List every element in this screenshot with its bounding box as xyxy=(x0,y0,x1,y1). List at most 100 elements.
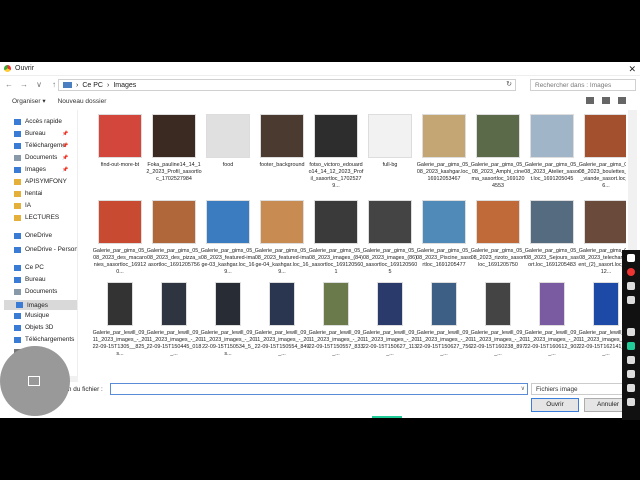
file-name[interactable]: Galerie_par_gims_05_08_2023_rizoto_sasor… xyxy=(470,248,526,269)
file-thumbnail[interactable] xyxy=(584,114,626,158)
sidebar-item[interactable]: Bureau 📌 xyxy=(14,130,68,137)
file-thumbnail[interactable] xyxy=(530,200,574,244)
file-thumbnail[interactable] xyxy=(476,200,520,244)
file-name[interactable]: Galerie_par_gims_05_08_2023_Piscine_saso… xyxy=(416,248,472,269)
sidebar-item[interactable]: Images 📌 xyxy=(14,166,68,173)
file-thumbnail[interactable] xyxy=(206,114,250,158)
file-name[interactable]: Galerie_par_lewill_09_11_2023_images_-_2… xyxy=(416,330,472,358)
file-thumbnail[interactable] xyxy=(260,200,304,244)
sidebar-item[interactable]: Documents 📌 xyxy=(14,154,68,161)
preview-pane-icon[interactable] xyxy=(602,97,610,104)
file-thumbnail[interactable] xyxy=(593,282,619,326)
arrow-icon[interactable] xyxy=(627,342,635,350)
sidebar-item[interactable]: Documents xyxy=(14,288,57,295)
filename-input[interactable]: ∨ xyxy=(110,383,528,395)
microphone-icon[interactable] xyxy=(627,328,635,336)
file-name[interactable]: Galerie_par_gims_05_08_2023_featured-ima… xyxy=(254,248,310,276)
file-thumbnail[interactable] xyxy=(152,114,196,158)
file-thumbnail[interactable] xyxy=(530,114,574,158)
file-name[interactable]: Galerie_par_gims_05_08_2023_kashgar.loc_… xyxy=(416,162,472,183)
breadcrumb-ce-pc[interactable]: Ce PC xyxy=(82,82,103,89)
file-thumbnail[interactable] xyxy=(584,200,626,244)
sidebar-item[interactable]: Musique xyxy=(14,312,49,319)
text-icon[interactable] xyxy=(627,384,635,392)
file-name[interactable]: Galerie_par_lewill_09_11_2023_images_-_2… xyxy=(146,330,202,358)
sidebar-item[interactable]: Accès rapide xyxy=(14,118,62,125)
file-name[interactable]: Foka_pauline14_14_12_2023_Profil_sasortl… xyxy=(146,162,202,183)
file-name[interactable]: Galerie_par_gims_05_08_2023_boulettes_de… xyxy=(578,162,626,190)
file-name[interactable]: Galerie_par_lewill_09_11_2023_images_-_2… xyxy=(308,330,364,358)
file-thumbnail[interactable] xyxy=(539,282,565,326)
chevron-down-icon[interactable]: ∨ xyxy=(521,385,525,392)
close-button[interactable]: ✕ xyxy=(628,64,636,75)
file-thumbnail[interactable] xyxy=(323,282,349,326)
file-name[interactable]: fotso_victoro_edouardo14_14_12_2023_Prof… xyxy=(308,162,364,190)
file-name[interactable]: footer_background xyxy=(254,162,310,169)
sidebar-item[interactable]: OneDrive xyxy=(14,232,52,239)
sidebar-item[interactable]: Ce PC xyxy=(14,264,44,271)
settings-icon[interactable] xyxy=(627,398,635,406)
view-mode-icon[interactable] xyxy=(586,97,594,104)
file-thumbnail[interactable] xyxy=(98,200,142,244)
organise-button[interactable]: Organiser ▾ xyxy=(12,97,46,105)
file-name[interactable]: Galerie_par_lewill_09_11_2023_images_-_2… xyxy=(92,330,148,358)
file-name[interactable]: Galerie_par_lewill_09_11_2023_images_-_2… xyxy=(470,330,526,358)
sidebar-item[interactable]: Images xyxy=(4,300,77,310)
pause-icon[interactable] xyxy=(627,282,635,290)
file-thumbnail[interactable] xyxy=(314,114,358,158)
file-thumbnail[interactable] xyxy=(152,200,196,244)
file-name[interactable]: Galerie_par_gims_05_08_2023_Sejours_saso… xyxy=(524,248,580,269)
camera-icon[interactable] xyxy=(627,254,635,262)
file-name[interactable]: Galerie_par_gims_05_08_2023_des_pizza_sa… xyxy=(146,248,202,269)
file-thumbnail[interactable] xyxy=(368,114,412,158)
file-name[interactable]: Galerie_par_gims_05_08_2023_featured-ima… xyxy=(200,248,256,276)
file-name[interactable]: Galerie_par_lewill_09_11_2023_images_-_2… xyxy=(524,330,580,358)
file-name[interactable]: full-bg xyxy=(362,162,418,169)
breadcrumb-images[interactable]: Images xyxy=(113,82,136,89)
file-thumbnail[interactable] xyxy=(269,282,295,326)
file-thumbnail[interactable] xyxy=(260,114,304,158)
address-bar[interactable]: › Ce PC › Images ↻ xyxy=(58,79,516,91)
file-name[interactable]: Galerie_par_gims_05_08_2023_Atelier_saso… xyxy=(524,162,580,183)
file-name[interactable]: Galerie_par_gims_05_08_2023_telechargeme… xyxy=(578,248,626,276)
sidebar-item[interactable]: Objets 3D xyxy=(14,324,53,331)
refresh-icon[interactable]: ↻ xyxy=(506,80,512,88)
file-name[interactable]: Galerie_par_lewill_09_11_2023_images_-_2… xyxy=(200,330,256,358)
file-thumbnail[interactable] xyxy=(314,200,358,244)
file-thumbnail[interactable] xyxy=(422,200,466,244)
file-thumbnail[interactable] xyxy=(476,114,520,158)
record-icon[interactable] xyxy=(627,268,635,276)
file-name[interactable]: Galerie_par_gims_05_08_2023_des_macaroni… xyxy=(92,248,148,276)
filetype-select[interactable]: Fichiers image xyxy=(531,383,633,395)
file-name[interactable]: Galerie_par_lewill_09_11_2023_images_-_2… xyxy=(254,330,310,358)
file-name[interactable]: Galerie_par_lewill_09_11_2023_images_-_2… xyxy=(362,330,418,358)
sidebar-item[interactable]: hentai xyxy=(14,190,42,197)
file-name[interactable]: food xyxy=(200,162,256,169)
file-thumbnail[interactable] xyxy=(206,200,250,244)
file-thumbnail[interactable] xyxy=(431,282,457,326)
file-thumbnail[interactable] xyxy=(422,114,466,158)
open-button[interactable]: Ouvrir xyxy=(531,398,579,412)
eraser-icon[interactable] xyxy=(627,370,635,378)
file-thumbnail[interactable] xyxy=(161,282,187,326)
file-thumbnail[interactable] xyxy=(485,282,511,326)
file-name[interactable]: Galerie_par_gims_05_08_2023_Amphi_cinema… xyxy=(470,162,526,190)
stop-icon[interactable] xyxy=(627,296,635,304)
forward-button[interactable]: → xyxy=(19,80,29,89)
recent-locations-button[interactable]: ∨ xyxy=(34,80,44,89)
sidebar-item[interactable]: APISYMFONY xyxy=(14,178,67,185)
file-thumbnail[interactable] xyxy=(215,282,241,326)
help-icon[interactable] xyxy=(618,97,626,104)
file-name[interactable]: find-out-more-bt xyxy=(92,162,148,169)
sidebar-item[interactable]: IA xyxy=(14,202,31,209)
sidebar-item[interactable]: LECTURES xyxy=(14,214,59,221)
sidebar-item[interactable]: Téléchargements xyxy=(14,336,74,343)
sidebar-item[interactable]: Bureau xyxy=(14,276,46,283)
new-folder-button[interactable]: Nouveau dossier xyxy=(58,98,107,105)
file-name[interactable]: Galerie_par_gims_05_08_2023_images_(84)_… xyxy=(308,248,364,276)
sidebar-item[interactable]: OneDrive - Person xyxy=(14,246,77,253)
file-thumbnail[interactable] xyxy=(98,114,142,158)
file-thumbnail[interactable] xyxy=(368,200,412,244)
file-thumbnail[interactable] xyxy=(107,282,133,326)
file-name[interactable]: Galerie_par_lewill_09_11_2023_images_-_2… xyxy=(578,330,626,358)
